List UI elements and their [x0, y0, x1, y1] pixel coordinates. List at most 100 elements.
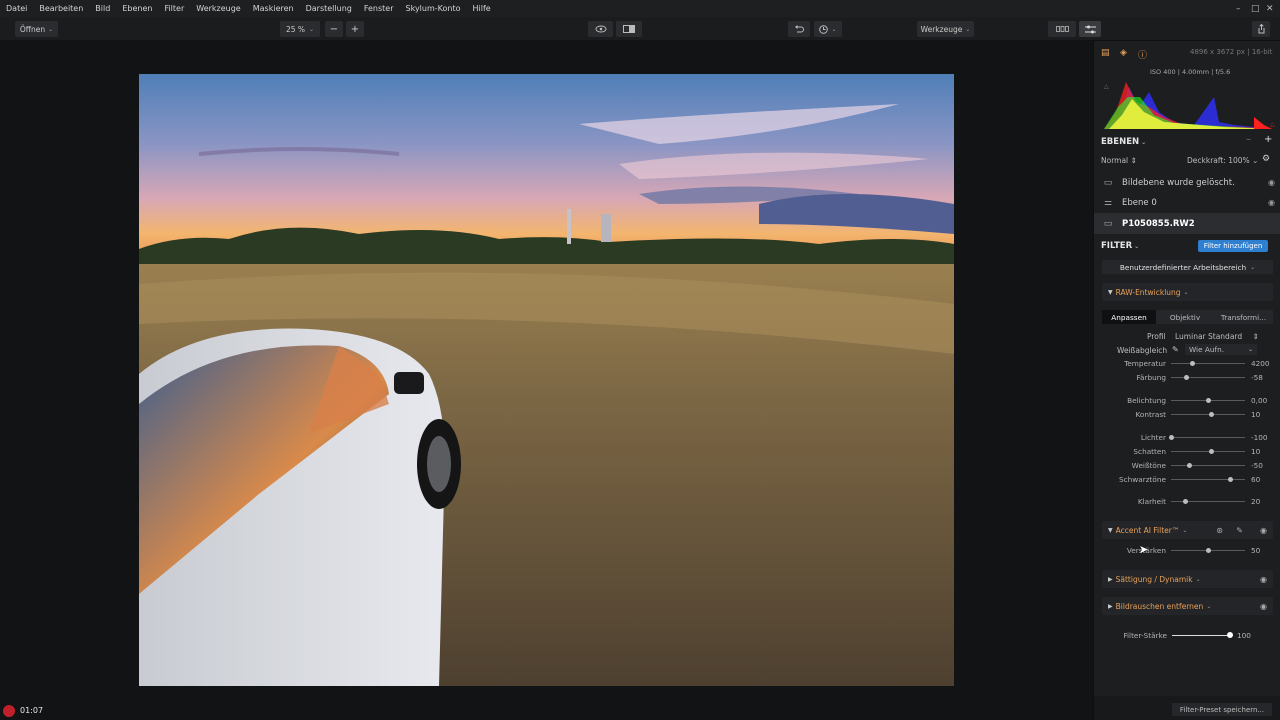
eye-icon[interactable]: ◉ [1268, 198, 1275, 207]
saturation-group[interactable]: ▶ Sättigung / Dynamik ⌄ ◉ [1102, 570, 1273, 588]
menu-item-ebenen[interactable]: Ebenen [116, 4, 158, 13]
filmstrip-button[interactable] [1048, 21, 1076, 37]
slider-track[interactable] [1171, 414, 1245, 415]
save-preset-button[interactable]: Filter-Preset speichern... [1172, 703, 1272, 716]
slider-weißtöne[interactable]: Weißtöne -50 [1094, 459, 1280, 473]
slider-handle[interactable] [1168, 435, 1174, 440]
slider-track[interactable] [1171, 479, 1245, 480]
accent-ai-group[interactable]: ▼ Accent AI Filter™ ⌄ ⊛ ✎ ◉ [1102, 521, 1273, 539]
slider-schatten[interactable]: Schatten 10 [1094, 445, 1280, 459]
remove-layer-button[interactable]: – [1246, 134, 1251, 145]
history-button[interactable]: ⌄ [814, 21, 842, 37]
slider-value: 0,00 [1251, 396, 1268, 405]
close-button[interactable]: ✕ [1266, 0, 1274, 17]
adjustments-button[interactable] [1079, 21, 1101, 37]
compare-button[interactable] [616, 21, 642, 37]
slider-track[interactable] [1171, 451, 1245, 452]
slider-track[interactable] [1171, 465, 1245, 466]
slider-färbung[interactable]: Färbung -58 [1094, 371, 1280, 385]
info-icon[interactable]: ⓘ [1138, 48, 1147, 61]
eye-icon[interactable]: ◉ [1268, 178, 1275, 187]
slider-verstärken[interactable]: Verstärken 50 [1094, 544, 1280, 558]
menu-item-datei[interactable]: Datei [0, 4, 33, 13]
chevron-down-icon: ⌄ [1247, 346, 1253, 353]
menu-item-bearbeiten[interactable]: Bearbeiten [33, 4, 89, 13]
slider-handle[interactable] [1226, 632, 1233, 638]
slider-lichter[interactable]: Lichter -100 [1094, 431, 1280, 445]
minimize-button[interactable]: – [1236, 0, 1241, 17]
clock-icon [819, 24, 829, 34]
slider-handle[interactable] [1187, 463, 1192, 468]
layer-item-raw[interactable]: ▭ P1050855.RW2 [1094, 213, 1280, 234]
reset-icon[interactable]: ⊛ [1216, 526, 1223, 535]
slider-klarheit[interactable]: Klarheit 20 [1094, 495, 1280, 509]
slider-filter-stärke[interactable]: Filter-Stärke 100 [1094, 629, 1280, 643]
slider-handle[interactable] [1209, 412, 1215, 417]
layer-item-ebene0[interactable]: ⚌ Ebene 0 ◉ [1094, 192, 1280, 213]
slider-handle[interactable] [1184, 375, 1190, 380]
opacity-select[interactable]: Deckkraft: 100% ⌄ [1187, 156, 1258, 165]
slider-schwarztöne[interactable]: Schwarztöne 60 [1094, 473, 1280, 487]
image-canvas[interactable] [0, 41, 1093, 720]
eye-icon[interactable]: ◉ [1260, 526, 1267, 535]
slider-track[interactable] [1171, 377, 1245, 378]
layer-settings-gear-icon[interactable]: ⚙ [1262, 154, 1270, 164]
layers-icon[interactable]: ◈ [1120, 48, 1127, 58]
share-button[interactable] [1252, 21, 1270, 37]
split-view-icon [623, 25, 635, 33]
workspace-select[interactable]: Benutzerdefinierter Arbeitsbereich ⌄ [1102, 260, 1273, 274]
slider-track[interactable] [1171, 437, 1245, 438]
image-layer-icon: ▭ [1103, 177, 1113, 188]
slider-handle[interactable] [1209, 449, 1215, 454]
slider-track[interactable] [1171, 501, 1245, 502]
tab-objektiv[interactable]: Objektiv [1156, 310, 1214, 324]
eye-icon[interactable]: ◉ [1260, 602, 1267, 611]
expand-triangle-icon: ▶ [1108, 602, 1113, 610]
menu-item-maskieren[interactable]: Maskieren [247, 4, 300, 13]
zoom-in-button[interactable]: + [346, 21, 364, 37]
share-icon [1258, 24, 1264, 34]
clipping-shadows-icon[interactable]: △ [1104, 83, 1109, 90]
slider-handle[interactable] [1183, 499, 1189, 504]
tools-button[interactable]: Werkzeuge ⌄ [917, 21, 974, 37]
open-button[interactable]: Öffnen ⌄ [15, 21, 58, 37]
blend-mode-select[interactable]: Normal ⇕ [1101, 156, 1137, 165]
tab-anpassen[interactable]: Anpassen [1102, 310, 1156, 324]
slider-handle[interactable] [1189, 361, 1195, 366]
menu-item-skylum-konto[interactable]: Skylum-Konto [400, 4, 467, 13]
photo-sunset-field-car[interactable] [139, 74, 954, 686]
slider-track[interactable] [1171, 363, 1245, 364]
raw-development-group[interactable]: ▼ RAW-Entwicklung ⌄ [1102, 283, 1273, 301]
slider-handle[interactable] [1205, 398, 1211, 403]
tab-transform[interactable]: Transformi... [1214, 310, 1273, 324]
white-balance-select[interactable]: Wie Aufn. ⌄ [1185, 344, 1257, 355]
zoom-select[interactable]: 25 % ⌄ [280, 21, 320, 37]
histogram-icon[interactable]: ▤ [1101, 48, 1110, 58]
slider-value: -100 [1251, 433, 1268, 442]
eyedropper-icon[interactable]: ✎ [1172, 345, 1179, 354]
collapse-triangle-icon: ▼ [1108, 288, 1113, 296]
slider-kontrast[interactable]: Kontrast 10 [1094, 408, 1280, 422]
denoise-group[interactable]: ▶ Bildrauschen entfernen ⌄ ◉ [1102, 597, 1273, 615]
add-layer-button[interactable]: + [1264, 134, 1272, 145]
maximize-button[interactable]: □ [1251, 0, 1260, 17]
menu-item-darstellung[interactable]: Darstellung [300, 4, 358, 13]
undo-button[interactable] [788, 21, 810, 37]
menu-item-hilfe[interactable]: Hilfe [467, 4, 497, 13]
eye-icon[interactable]: ◉ [1260, 575, 1267, 584]
menu-item-filter[interactable]: Filter [158, 4, 190, 13]
clipping-highlights-icon[interactable]: △ [1270, 121, 1275, 128]
menu-item-werkzeuge[interactable]: Werkzeuge [190, 4, 246, 13]
zoom-out-button[interactable]: − [325, 21, 343, 37]
slider-temperatur[interactable]: Temperatur 4200 [1094, 357, 1280, 371]
profile-select[interactable]: Luminar Standard ⇕ [1175, 332, 1259, 341]
slider-handle[interactable] [1205, 548, 1211, 553]
add-filter-button[interactable]: Filter hinzufügen [1198, 240, 1268, 252]
preview-eye-button[interactable] [588, 21, 613, 37]
menu-item-fenster[interactable]: Fenster [358, 4, 400, 13]
brush-icon[interactable]: ✎ [1236, 526, 1243, 535]
slider-handle[interactable] [1227, 477, 1233, 482]
slider-belichtung[interactable]: Belichtung 0,00 [1094, 394, 1280, 408]
menu-item-bild[interactable]: Bild [89, 4, 116, 13]
layer-item-deleted[interactable]: ▭ Bildebene wurde gelöscht. ◉ [1094, 172, 1280, 193]
